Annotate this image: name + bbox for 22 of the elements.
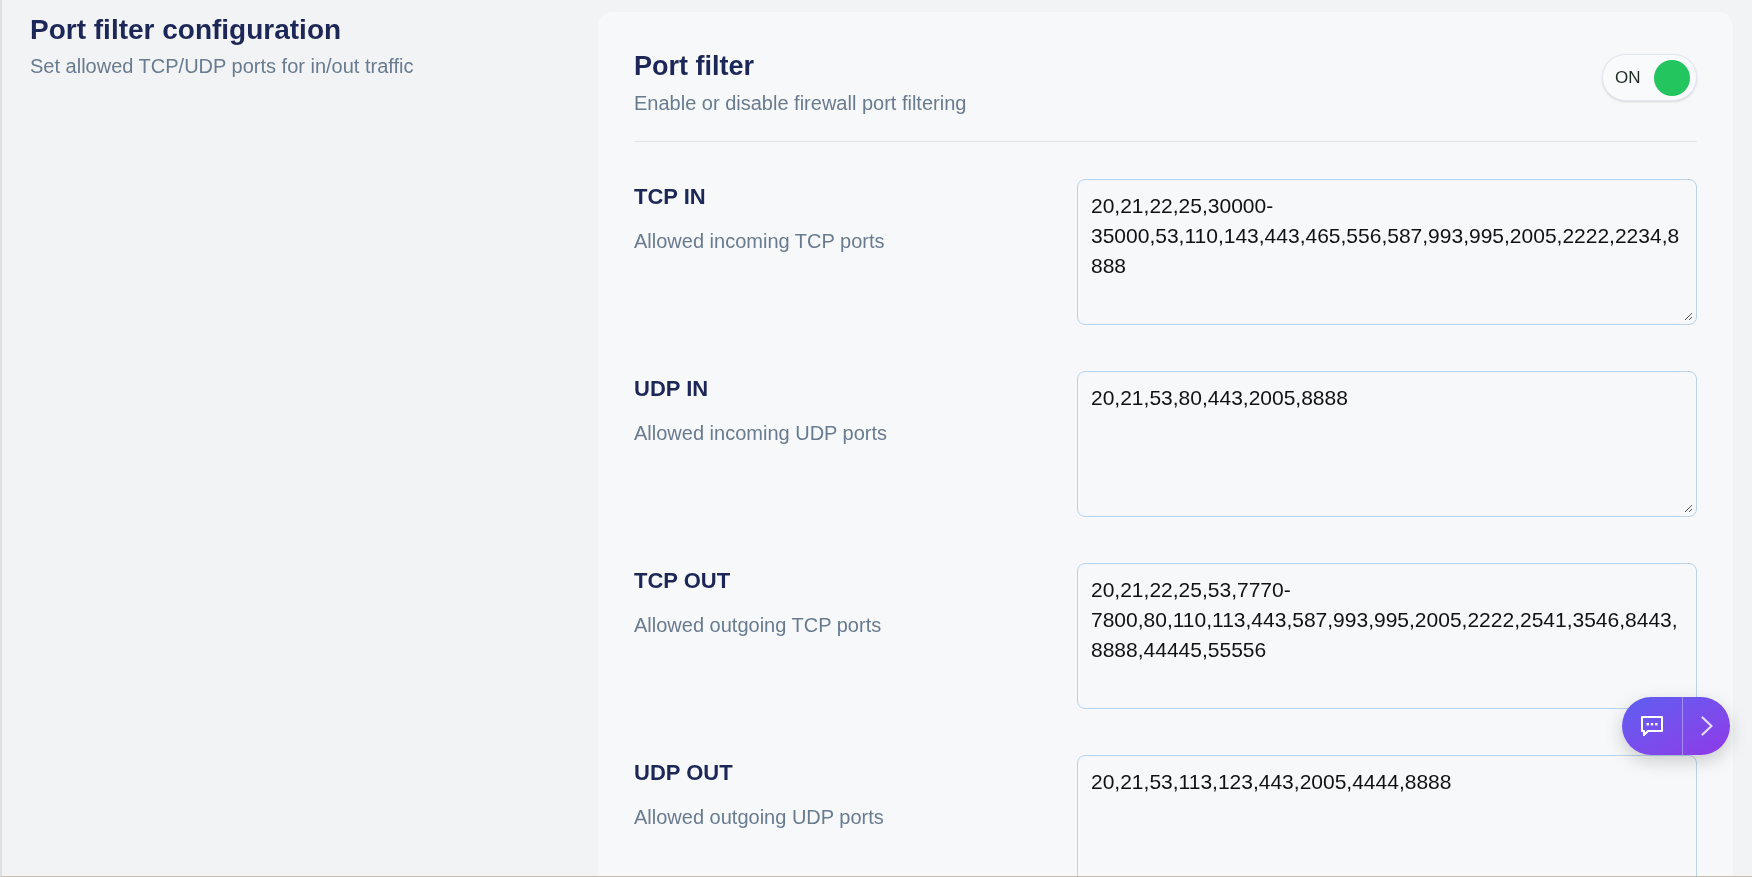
resize-handle-icon[interactable] [1684, 504, 1693, 513]
toggle-switch[interactable]: ON [1602, 54, 1697, 101]
rule-description: Allowed incoming UDP ports [634, 421, 889, 446]
rule-label: TCP OUT [634, 568, 732, 594]
card-subtitle: Enable or disable firewall port filtering [634, 91, 967, 116]
chat-icon [1641, 716, 1663, 736]
section-title: Port filter configuration [30, 13, 343, 47]
ports-field[interactable]: 20,21,53,80,443,2005,8888 [1077, 371, 1697, 517]
resize-handle-icon[interactable] [1684, 312, 1693, 321]
rule-label: TCP IN [634, 184, 707, 210]
rule-description: Allowed incoming TCP ports [634, 229, 886, 254]
rule-description: Allowed outgoing UDP ports [634, 805, 885, 830]
chevron-right-icon [1700, 716, 1713, 736]
ports-field[interactable]: 20,21,53,113,123,443,2005,4444,8888 [1077, 755, 1697, 876]
ports-field[interactable]: 20,21,22,25,53,7770-7800,80,110,113,443,587,993,995,2005,2222,2541,3546,8443,8888,44445,55556 [1077, 563, 1697, 709]
card-title: Port filter [634, 50, 755, 82]
toggle-knob-icon [1654, 59, 1690, 96]
rule-label: UDP IN [634, 376, 710, 402]
ports-field[interactable]: 20,21,22,25,30000-35000,53,110,143,443,465,556,587,993,995,2005,2222,2234,8888 [1077, 179, 1697, 325]
rule-label: UDP OUT [634, 760, 734, 786]
section-subtitle: Set allowed TCP/UDP ports for in/out traffic [30, 54, 415, 79]
rule-description: Allowed outgoing TCP ports [634, 613, 883, 638]
